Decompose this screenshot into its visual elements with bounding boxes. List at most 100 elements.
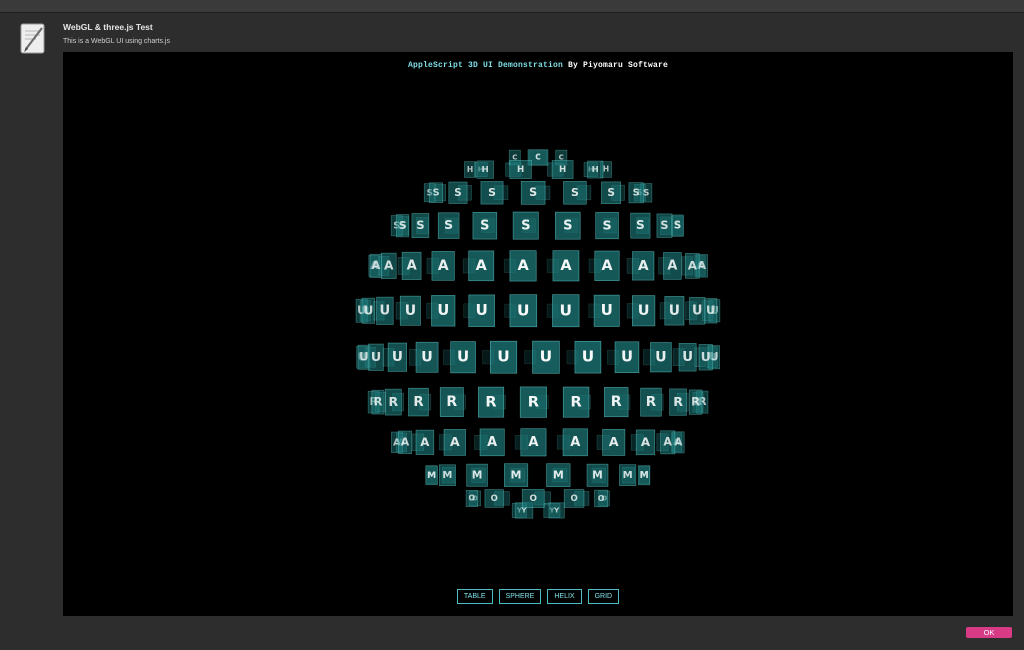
element-tile[interactable]: R	[477, 386, 505, 418]
element-tile[interactable]: M	[546, 463, 571, 488]
element-tile[interactable]: R	[640, 387, 662, 417]
element-tile[interactable]: U	[376, 296, 394, 325]
element-tile[interactable]: U	[368, 343, 384, 371]
element-tile[interactable]: A	[594, 250, 620, 282]
element-tile[interactable]: R	[408, 387, 429, 417]
element-tile[interactable]: U	[431, 295, 456, 327]
element-tile[interactable]: O	[594, 489, 608, 508]
element-tile[interactable]: S	[520, 181, 546, 205]
element-tile[interactable]: O	[563, 489, 585, 508]
element-tile[interactable]: S	[480, 181, 504, 205]
element-tile[interactable]: U	[698, 344, 713, 371]
element-tile[interactable]: A	[443, 429, 466, 456]
element-tile[interactable]: S	[448, 181, 468, 204]
element-tile[interactable]: R	[688, 389, 703, 415]
element-tile[interactable]: A	[635, 429, 656, 456]
element-tile[interactable]: U	[399, 295, 421, 326]
element-tile[interactable]: A	[632, 251, 655, 281]
element-tile[interactable]: U	[650, 342, 672, 373]
element-tile[interactable]: S	[563, 181, 587, 205]
element-tile[interactable]: S	[628, 182, 644, 204]
element-tile[interactable]: U	[357, 344, 371, 370]
element-tile[interactable]: R	[519, 386, 547, 418]
element-tile[interactable]: M	[466, 463, 488, 487]
element-tile[interactable]: M	[438, 464, 456, 486]
element-tile[interactable]: S	[472, 212, 498, 240]
element-tile[interactable]: U	[574, 340, 602, 374]
element-tile[interactable]: O	[465, 489, 479, 507]
element-tile[interactable]: A	[602, 428, 626, 456]
element-tile[interactable]: A	[685, 253, 700, 279]
element-symbol: M	[442, 470, 452, 481]
element-tile[interactable]: A	[663, 252, 682, 280]
element-tile[interactable]: U	[552, 294, 580, 328]
element-tile[interactable]: U	[489, 340, 518, 374]
element-tile[interactable]: A	[369, 253, 383, 278]
element-tile[interactable]: A	[431, 251, 455, 281]
element-tile[interactable]: A	[509, 250, 537, 282]
element-tile[interactable]: R	[669, 388, 687, 416]
element-tile[interactable]: A	[479, 428, 505, 457]
element-tile[interactable]: S	[411, 213, 430, 239]
element-tile[interactable]: M	[637, 465, 651, 486]
element-tile[interactable]: U	[704, 298, 718, 324]
ok-button[interactable]: OK	[966, 627, 1012, 638]
element-tile[interactable]: R	[384, 388, 402, 416]
element-tile[interactable]: U	[468, 294, 495, 327]
element-tile[interactable]: H	[509, 160, 532, 179]
element-tile[interactable]: O	[521, 488, 545, 508]
element-tile[interactable]: A	[562, 428, 588, 457]
element-tile[interactable]: A	[520, 428, 547, 457]
element-tile[interactable]: H	[476, 160, 494, 179]
table-button[interactable]: TABLE	[456, 589, 493, 604]
element-tile[interactable]: U	[387, 342, 408, 372]
element-tile[interactable]: U	[689, 297, 706, 325]
element-tile[interactable]: U	[415, 341, 439, 373]
sphere-button[interactable]: SPHERE	[498, 589, 542, 604]
element-tile[interactable]: S	[429, 182, 443, 204]
element-tile[interactable]: M	[586, 463, 609, 487]
element-tile[interactable]: R	[562, 386, 590, 418]
element-tile[interactable]: H	[587, 160, 604, 179]
element-tile[interactable]: S	[656, 213, 673, 238]
element-tile[interactable]: M	[619, 464, 637, 487]
element-tile[interactable]: A	[415, 429, 435, 455]
helix-button[interactable]: HELIX	[547, 589, 582, 604]
element-tile[interactable]: A	[552, 250, 580, 282]
element-tile[interactable]: U	[450, 341, 476, 374]
element-tile[interactable]: R	[371, 389, 385, 415]
element-tile[interactable]: M	[425, 465, 438, 486]
element-tile[interactable]: M	[503, 463, 529, 487]
element-tile[interactable]: R	[603, 387, 629, 418]
element-tile[interactable]: S	[554, 211, 581, 240]
element-tile[interactable]: S	[601, 181, 622, 204]
element-symbol: A	[688, 258, 698, 272]
element-tile[interactable]: U	[664, 296, 685, 326]
webgl-viewport[interactable]: AppleScript 3D UI Demonstration By Piyom…	[63, 52, 1013, 616]
element-tile[interactable]: A	[380, 252, 397, 279]
element-tile[interactable]: H	[551, 160, 574, 179]
element-tile[interactable]: S	[595, 212, 619, 240]
element-tile[interactable]: A	[660, 430, 676, 455]
element-tile[interactable]: H	[464, 161, 476, 178]
element-tile[interactable]: S	[437, 212, 460, 239]
element-tile[interactable]: A	[401, 251, 422, 280]
element-tile[interactable]: A	[468, 250, 495, 282]
grid-button[interactable]: GRID	[587, 589, 620, 604]
element-tile[interactable]: R	[439, 387, 464, 418]
element-tile[interactable]: Y	[548, 502, 565, 519]
element-tile[interactable]: U	[532, 340, 560, 374]
element-tile[interactable]: U	[509, 294, 538, 328]
element-tile[interactable]: U	[678, 343, 697, 372]
element-tile[interactable]: U	[614, 341, 640, 373]
element-tile[interactable]: U	[361, 297, 375, 324]
element-tile[interactable]: S	[630, 212, 651, 239]
element-tile[interactable]: A	[397, 430, 412, 455]
element-sphere-canvas[interactable]: SHRHSAUUAAOCMMSYOAYUUSRHSCCHRSAUUYAAOYMM…	[63, 52, 1013, 616]
element-tile[interactable]: U	[631, 295, 656, 327]
element-tile[interactable]: O	[484, 489, 504, 508]
element-tile[interactable]: S	[671, 214, 684, 237]
element-tile[interactable]: S	[512, 211, 539, 240]
element-tile[interactable]: U	[593, 294, 620, 327]
element-tile[interactable]: S	[395, 214, 410, 238]
